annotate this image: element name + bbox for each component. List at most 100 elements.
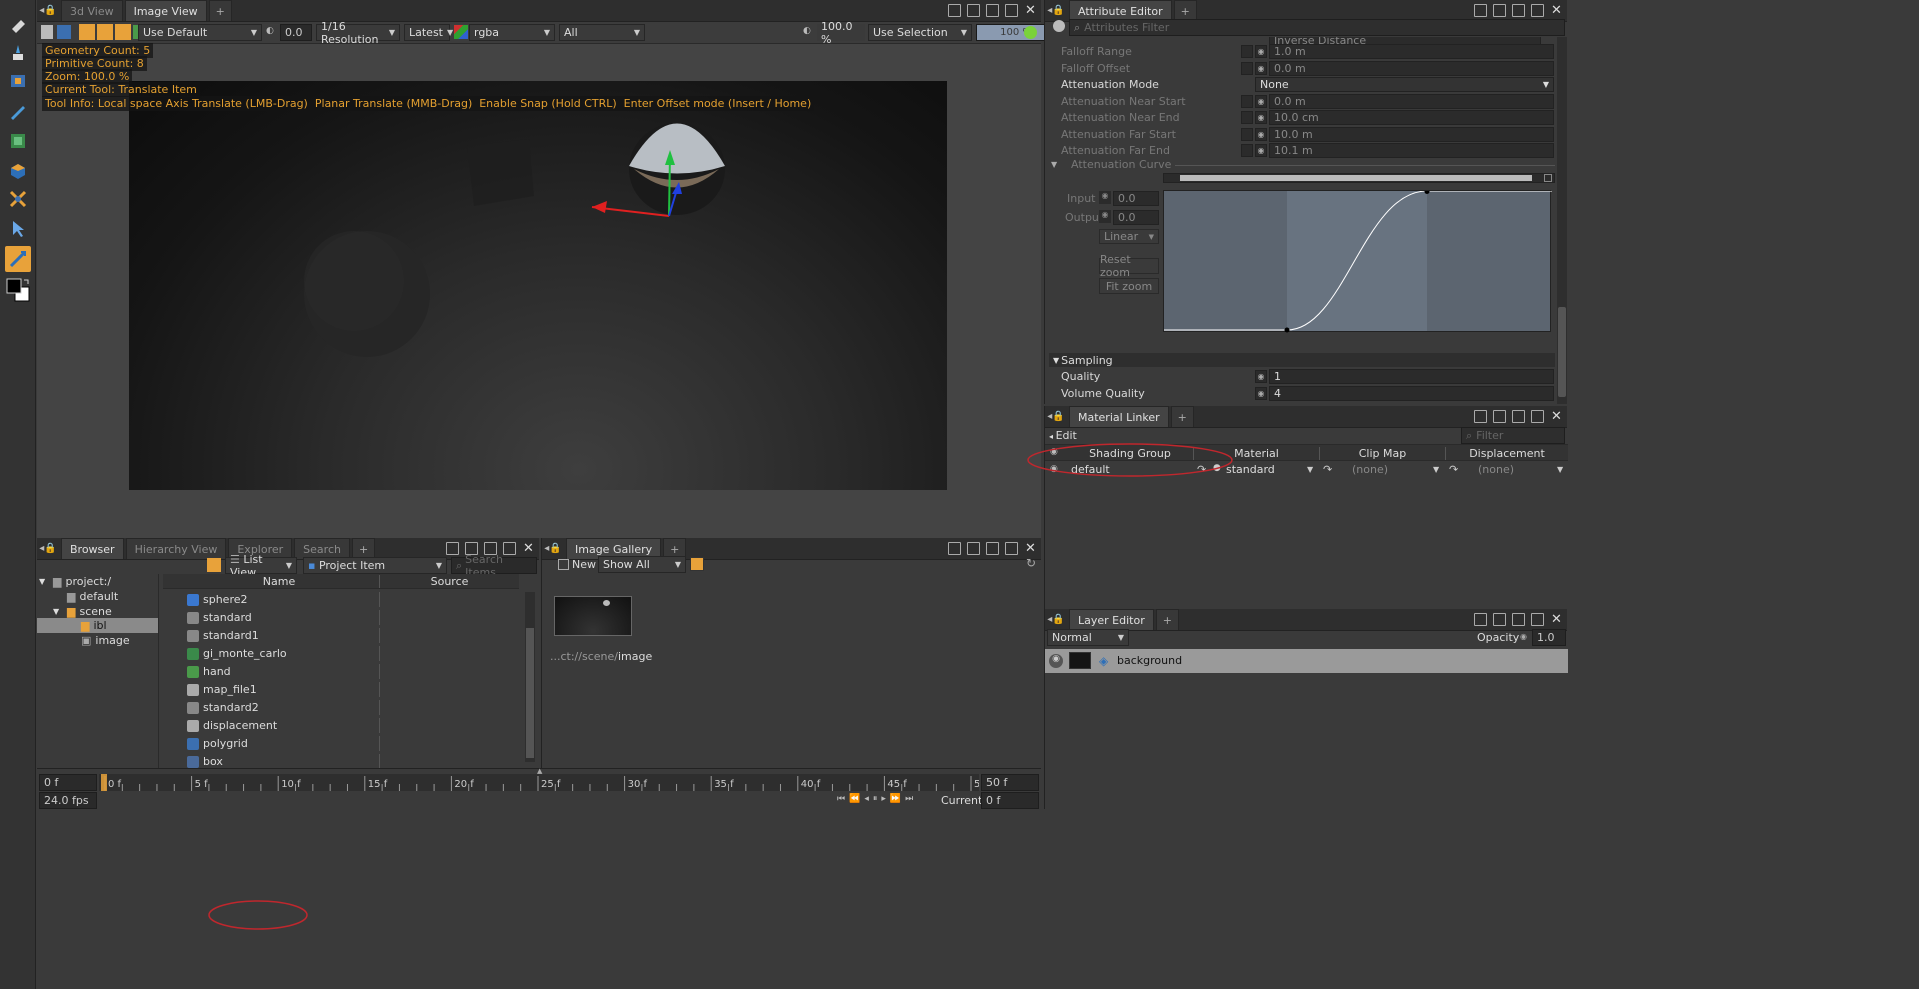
curve-icon[interactable]: [1241, 127, 1253, 141]
link-arrow-icon[interactable]: ↷: [1197, 463, 1206, 476]
output-field[interactable]: 0.0: [1113, 210, 1159, 225]
snapshot-icon[interactable]: [57, 25, 71, 39]
add-tab-button[interactable]: +: [1173, 0, 1197, 21]
add-tab-button[interactable]: +: [208, 0, 232, 21]
fps-field[interactable]: 24.0 fps: [39, 792, 97, 809]
list-item[interactable]: standard1: [163, 628, 519, 643]
curve-icon[interactable]: [1241, 61, 1253, 75]
tree-item-default[interactable]: ▆ default: [67, 589, 118, 604]
chevron-down-icon[interactable]: ▼: [1307, 465, 1313, 474]
colorspace-select[interactable]: Use Default ▼: [138, 24, 262, 41]
link-arrow-icon[interactable]: ↷: [1323, 463, 1332, 476]
displacement-select[interactable]: (none): [1478, 463, 1514, 476]
tab-material-linker[interactable]: Material Linker: [1069, 406, 1169, 427]
clip-map-select[interactable]: (none): [1352, 463, 1388, 476]
attenuation-mode-select[interactable]: None ▼: [1255, 76, 1554, 92]
eye-icon[interactable]: ◉: [1050, 464, 1058, 474]
play-icon[interactable]: ▸: [881, 794, 886, 804]
tab-image-view[interactable]: Image View: [124, 0, 207, 21]
list-item[interactable]: box: [163, 754, 519, 769]
new-button[interactable]: New: [572, 558, 596, 571]
col-name[interactable]: Name: [179, 575, 379, 588]
tab-search[interactable]: Search: [294, 538, 350, 559]
eye-icon[interactable]: ◉: [1050, 447, 1058, 457]
eye-icon[interactable]: ◉: [1099, 191, 1111, 204]
blend-mode-select[interactable]: Normal ▼: [1047, 629, 1129, 646]
far-start-field[interactable]: 10.0 m: [1269, 126, 1554, 142]
curve-gradient-bar[interactable]: [1163, 173, 1555, 183]
split-v-icon[interactable]: [1512, 4, 1525, 17]
reset-zoom-button[interactable]: Reset zoom: [1099, 253, 1159, 279]
view-mode-select[interactable]: ☰ List View ▼: [225, 553, 297, 579]
lock-icon[interactable]: ◂🔒: [37, 543, 59, 554]
fit-zoom-button[interactable]: Fit zoom: [1099, 278, 1159, 294]
close-icon[interactable]: ✕: [1024, 542, 1037, 555]
gallery-toggle-icon[interactable]: [690, 557, 704, 571]
edit-menu[interactable]: ◂ Edit: [1049, 429, 1077, 442]
cube-icon[interactable]: [5, 158, 31, 184]
minimize-icon[interactable]: [1531, 410, 1544, 423]
prev-frame-icon[interactable]: ◂: [864, 794, 869, 804]
layout-icon[interactable]: [1474, 410, 1487, 423]
eye-icon[interactable]: ◉: [1255, 110, 1267, 124]
opacity-input[interactable]: 1.0: [1532, 629, 1566, 646]
end-frame-field[interactable]: 50 f: [981, 774, 1039, 791]
list-item[interactable]: standard2: [163, 700, 519, 715]
eye-icon[interactable]: ◉: [1255, 386, 1267, 400]
layer-select[interactable]: All ▼: [559, 24, 645, 41]
checker-icon[interactable]: [79, 24, 95, 40]
chevron-down-icon[interactable]: ▼: [1557, 465, 1563, 474]
falloff-range-field[interactable]: 1.0 m: [1269, 43, 1554, 59]
prev-key-icon[interactable]: ⏪: [849, 794, 860, 804]
split-v-icon[interactable]: [1512, 410, 1525, 423]
near-end-field[interactable]: 10.0 cm: [1269, 109, 1554, 125]
split-v-icon[interactable]: [986, 4, 999, 17]
layout-icon[interactable]: [1474, 4, 1487, 17]
split-h-icon[interactable]: [967, 542, 980, 555]
pause-icon[interactable]: ⏸: [873, 794, 878, 804]
color-swatches-icon[interactable]: [6, 278, 32, 304]
sampling-section[interactable]: ▼ Sampling: [1049, 353, 1555, 367]
col-shading-group[interactable]: Shading Group: [1067, 447, 1193, 460]
split-v-icon[interactable]: [1512, 613, 1525, 626]
close-icon[interactable]: ✕: [1550, 4, 1563, 17]
close-icon[interactable]: ✕: [1024, 4, 1037, 17]
render-image[interactable]: [129, 81, 947, 490]
pause-render-icon[interactable]: [115, 24, 131, 40]
new-snapshot-icon[interactable]: [558, 559, 569, 570]
layout-icon[interactable]: [446, 542, 459, 555]
current-frame-field[interactable]: 0 f: [981, 792, 1039, 809]
paint-icon[interactable]: [5, 128, 31, 154]
tab-3d-view[interactable]: 3d View: [61, 0, 123, 21]
lock-icon[interactable]: ◂🔒: [542, 543, 564, 554]
search-items-input[interactable]: ⌕ Search Items: [451, 553, 537, 579]
layout-icon[interactable]: [1474, 613, 1487, 626]
split-h-icon[interactable]: [1493, 4, 1506, 17]
eye-icon[interactable]: ◉: [1520, 632, 1527, 641]
quality-field[interactable]: 1: [1269, 368, 1554, 384]
add-tab-button[interactable]: +: [1170, 406, 1194, 427]
tab-hierarchy-view[interactable]: Hierarchy View: [125, 538, 227, 559]
layer-row[interactable]: ◉ ◈ background: [1045, 649, 1568, 673]
col-source[interactable]: Source: [379, 575, 519, 588]
near-start-field[interactable]: 0.0 m: [1269, 93, 1554, 109]
save-icon[interactable]: [41, 25, 53, 39]
layout-icon[interactable]: [948, 4, 961, 17]
start-frame-field[interactable]: 0 f: [39, 774, 97, 791]
playhead[interactable]: [101, 774, 107, 791]
minimize-icon[interactable]: [1005, 4, 1018, 17]
material-filter-input[interactable]: ⌕ Filter: [1461, 427, 1565, 444]
transform-icon[interactable]: [5, 68, 31, 94]
first-frame-icon[interactable]: ⏮: [837, 794, 845, 804]
show-filter-select[interactable]: Show All ▼: [598, 556, 686, 573]
curve-icon[interactable]: [1241, 110, 1253, 124]
tree-item-scene[interactable]: ▼ ▆ scene: [53, 604, 112, 619]
eye-icon[interactable]: ◉: [1099, 210, 1111, 223]
next-key-icon[interactable]: ⏩: [890, 794, 901, 804]
far-end-field[interactable]: 10.1 m: [1269, 142, 1554, 158]
list-item[interactable]: sphere2: [163, 592, 519, 607]
filter-toggle-icon[interactable]: [207, 558, 221, 572]
curve-icon[interactable]: [1241, 44, 1253, 58]
eye-icon[interactable]: ◉: [1255, 143, 1267, 157]
time-ruler[interactable]: 0 f 5 f 10 f 15 f 20 f 25 f 30 f 35 f 40 f 45 f 50…: [99, 774, 979, 791]
